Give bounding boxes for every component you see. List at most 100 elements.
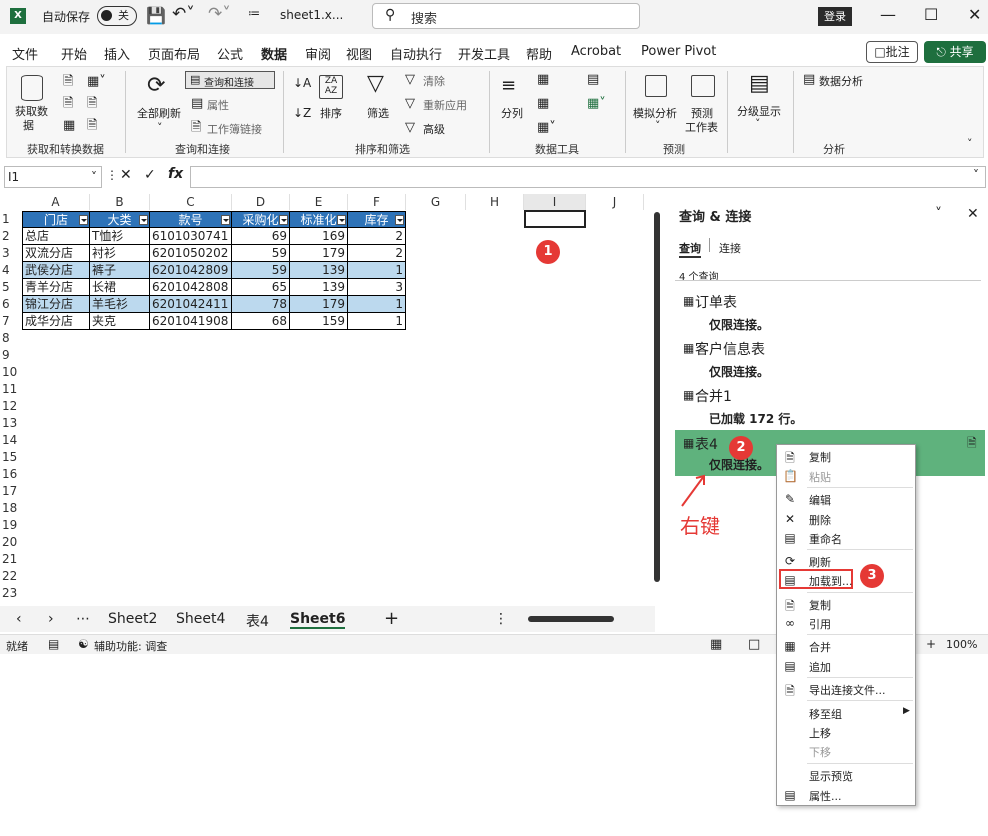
column-header[interactable]: G [406,194,466,210]
sheet-tab[interactable]: 表4 [246,611,269,631]
filter-button[interactable]: 筛选 [367,105,389,121]
column-header[interactable]: I [524,194,586,210]
table-cell[interactable]: 长裙 [90,279,150,296]
menu-review[interactable]: 审阅 [305,44,331,63]
row-header[interactable]: 20 [0,534,22,551]
menu-page-layout[interactable]: 页面布局 [148,44,200,63]
save-icon[interactable]: 💾 [146,6,166,25]
menu-automate[interactable]: 自动执行 [390,44,442,63]
query-peek-icon[interactable]: 🗎 [967,434,977,455]
selected-cell[interactable] [524,210,586,228]
zoom-in-icon[interactable]: + [926,637,936,651]
filter-dropdown-icon[interactable] [139,215,148,225]
clear-button[interactable]: 清除 [423,73,445,89]
menu-item-duplicate[interactable]: 复制 [809,597,831,613]
pane-options-icon[interactable]: ˅ [935,206,942,222]
column-header[interactable]: C [150,194,232,210]
sort-button[interactable]: 排序 [320,105,342,121]
menu-item-properties[interactable]: 属性... [809,788,842,804]
menu-item-export-connection[interactable]: 导出连接文件... [809,682,886,698]
file-name[interactable]: sheet1.x... [280,8,343,22]
menu-acrobat[interactable]: Acrobat [571,44,621,59]
sheet-tab[interactable]: Sheet4 [176,611,225,627]
row-header[interactable]: 23 [0,585,22,602]
table-cell[interactable]: 1 [348,313,406,330]
scrollbar-thumb[interactable] [528,616,614,622]
remove-duplicates-icon[interactable]: ▦ [537,97,549,110]
menu-item-rename[interactable]: 重命名 [809,531,842,547]
menu-item-move-to-group[interactable]: 移至组 [809,706,842,722]
maximize-icon[interactable]: ☐ [924,5,938,24]
menu-file[interactable]: 文件 [12,44,38,63]
expand-formula-icon[interactable]: ˅ [973,168,979,182]
row-header[interactable]: 8 [0,330,22,347]
from-web-icon[interactable]: 🗎 [63,97,73,110]
existing-connections-icon[interactable]: 🗎 [87,119,97,132]
row-header[interactable]: 1 [0,211,22,228]
whatif-dropdown-icon[interactable]: ˅ [655,119,661,132]
table-cell[interactable]: T恤衫 [90,228,150,245]
table-cell[interactable]: 65 [232,279,290,296]
row-header[interactable]: 21 [0,551,22,568]
tab-queries[interactable]: 查询 [679,240,701,258]
table-header-cell[interactable]: 款号 [150,211,232,228]
table-cell[interactable]: 139 [290,279,348,296]
row-header[interactable]: 16 [0,466,22,483]
filter-dropdown-icon[interactable] [337,215,346,225]
sheet-tab-active[interactable]: Sheet6 [290,611,346,629]
refresh-all-button[interactable]: 全部刷新 [137,105,181,121]
forecast-button-line2[interactable]: 工作表 [685,119,718,135]
table-cell[interactable]: 1 [348,296,406,313]
queries-connections-button[interactable]: ▤ 查询和连接 [185,71,275,89]
column-header[interactable]: D [232,194,290,210]
table-cell[interactable]: 6201042809 [150,262,232,279]
table-cell[interactable]: 总店 [22,228,90,245]
data-model-icon[interactable]: ▦˅ [587,97,606,110]
scroll-tabs-left-icon[interactable]: ‹ [16,611,22,627]
table-cell[interactable]: 169 [290,228,348,245]
filter-dropdown-icon[interactable] [395,215,404,225]
more-tabs-icon[interactable]: ⋯ [76,611,90,627]
filter-dropdown-icon[interactable] [79,215,88,225]
table-cell[interactable]: 2 [348,228,406,245]
consolidate-icon[interactable]: ▤ [587,73,599,86]
menu-formulas[interactable]: 公式 [217,44,243,63]
comment-button[interactable]: □批注 [866,41,918,63]
worksheet-grid[interactable]: A B C D E F G H I J 1 2 3 4 5 6 7 8 9 10… [0,194,660,604]
table-cell[interactable]: 179 [290,245,348,262]
row-header[interactable]: 17 [0,483,22,500]
menu-item-copy[interactable]: 复制 [809,449,831,465]
table-cell[interactable]: 1 [348,262,406,279]
accessibility-status[interactable]: 辅助功能: 调查 [94,638,167,654]
row-header[interactable]: 9 [0,347,22,364]
table-cell[interactable]: 羊毛衫 [90,296,150,313]
table-header-cell[interactable]: 大类 [90,211,150,228]
table-cell[interactable]: 68 [232,313,290,330]
search-input[interactable]: ⚲ 搜索 [372,3,640,29]
row-header[interactable]: 7 [0,313,22,330]
undo-icon[interactable]: ↶˅ [172,4,195,24]
menu-item-move-up[interactable]: 上移 [809,725,831,741]
name-box[interactable]: I1 ˅ [4,166,102,188]
table-cell[interactable]: 3 [348,279,406,296]
table-cell[interactable]: 6101030741 [150,228,232,245]
column-header[interactable]: B [90,194,150,210]
chevron-down-icon[interactable]: ˅ [91,167,97,187]
from-table-icon[interactable]: ▦˅ [87,75,106,88]
menu-item-load-to[interactable]: 加载到... [809,573,853,589]
scroll-tabs-right-icon[interactable]: › [48,611,54,627]
table-cell[interactable]: 179 [290,296,348,313]
advanced-button[interactable]: 高级 [423,121,445,137]
customize-toolbar-icon[interactable]: ≔ [248,6,260,20]
menu-item-paste[interactable]: 粘贴 [809,469,831,485]
sheet-tab[interactable]: Sheet2 [108,611,157,627]
table-cell[interactable]: 6201042411 [150,296,232,313]
table-header-cell[interactable]: 采购化 [232,211,290,228]
get-data-button-line2[interactable]: 据 [23,117,34,133]
row-header[interactable]: 5 [0,279,22,296]
table-cell[interactable]: 69 [232,228,290,245]
table-header-cell[interactable]: 库存 [348,211,406,228]
pane-close-icon[interactable]: ✕ [967,206,979,222]
column-header[interactable]: F [348,194,406,210]
recent-sources-icon[interactable]: 🗎 [87,97,97,110]
